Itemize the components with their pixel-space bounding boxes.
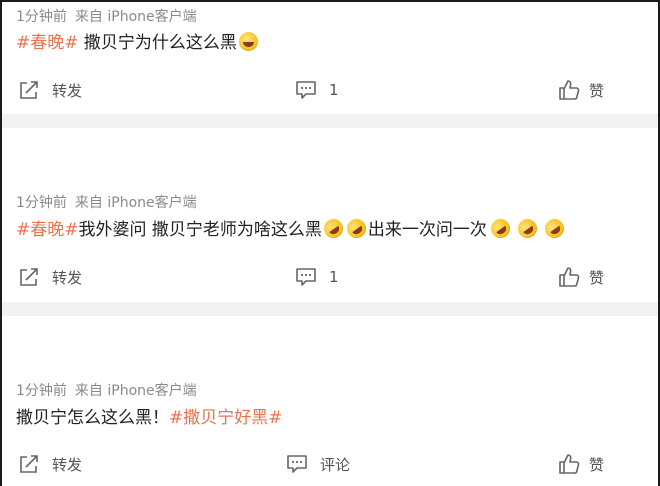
post-content: #春晚#我外婆问 撒贝宁老师为啥这么黑 出来一次问一次 — [16, 215, 568, 243]
share-icon — [20, 268, 38, 286]
post-meta: 1分钟前 来自 iPhone客户端 — [16, 382, 197, 400]
comment-button[interactable]: 评论 — [286, 452, 350, 476]
comment-button[interactable]: 1 — [295, 78, 339, 102]
share-button[interactable]: 转发 — [18, 452, 82, 476]
post-content: 撒贝宁怎么这么黑！#撒贝宁好黑# — [16, 405, 283, 431]
post-source[interactable]: 来自 iPhone客户端 — [75, 383, 197, 399]
post-source[interactable]: 来自 iPhone客户端 — [75, 195, 197, 211]
share-icon — [20, 455, 38, 473]
share-label: 转发 — [52, 455, 83, 474]
post-separator — [2, 114, 658, 128]
post-actions: 转发 1 赞 — [2, 265, 658, 289]
thumbs-up-icon — [559, 267, 580, 287]
post-2: 1分钟前 来自 iPhone客户端 #春晚#我外婆问 撒贝宁老师为啥这么黑 出来一次… — [2, 128, 658, 302]
hashtag-link[interactable]: #撒贝宁好黑# — [169, 408, 283, 428]
post-text: 撒贝宁怎么这么黑！ — [16, 408, 169, 428]
comment-count: 1 — [329, 81, 339, 99]
post-time: 1分钟前 — [16, 383, 67, 399]
rolling-laugh-icon — [514, 215, 541, 242]
rolling-laugh-icon — [487, 215, 514, 242]
like-button[interactable]: 赞 — [558, 78, 604, 102]
comment-count: 1 — [329, 268, 339, 286]
post-actions: 转发 评论 赞 — [2, 452, 658, 476]
like-label: 赞 — [589, 268, 605, 287]
share-button[interactable]: 转发 — [18, 78, 82, 102]
post-separator — [2, 302, 658, 316]
thumbs-up-icon — [559, 454, 580, 474]
comment-label: 评论 — [320, 455, 351, 474]
share-icon — [20, 81, 38, 99]
hashtag-link[interactable]: #春晚# — [16, 33, 79, 53]
thumbs-up-icon — [559, 80, 580, 100]
post-3: 1分钟前 来自 iPhone客户端 撒贝宁怎么这么黑！#撒贝宁好黑# 转发 评论 … — [2, 316, 658, 486]
share-label: 转发 — [52, 81, 83, 100]
like-button[interactable]: 赞 — [558, 265, 604, 289]
post-actions: 转发 1 赞 — [2, 78, 658, 102]
comment-button[interactable]: 1 — [295, 265, 339, 289]
comment-icon — [296, 81, 316, 99]
share-label: 转发 — [52, 268, 83, 287]
post-content: #春晚# 撒贝宁为什么这么黑 — [16, 30, 260, 56]
hashtag-link[interactable]: #春晚# — [16, 220, 79, 240]
post-1: 1分钟前 来自 iPhone客户端 #春晚# 撒贝宁为什么这么黑 转发 1 赞 — [2, 2, 658, 114]
like-button[interactable]: 赞 — [558, 452, 604, 476]
like-label: 赞 — [589, 81, 605, 100]
comment-icon — [287, 455, 307, 473]
post-source[interactable]: 来自 iPhone客户端 — [75, 9, 197, 25]
post-time: 1分钟前 — [16, 195, 67, 211]
like-label: 赞 — [589, 455, 605, 474]
post-meta: 1分钟前 来自 iPhone客户端 — [16, 194, 197, 212]
rolling-laugh-icon — [541, 215, 568, 242]
share-button[interactable]: 转发 — [18, 265, 82, 289]
post-time: 1分钟前 — [16, 9, 67, 25]
weibo-feed: 1分钟前 来自 iPhone客户端 #春晚# 撒贝宁为什么这么黑 转发 1 赞 1… — [0, 0, 660, 486]
rolling-laugh-icon — [320, 215, 347, 242]
post-text: 我外婆问 撒贝宁老师为啥这么黑 — [78, 220, 322, 240]
comment-icon — [296, 268, 316, 286]
laughing-tears-icon — [238, 32, 258, 51]
post-text: 出来一次问一次 — [367, 220, 487, 240]
post-text: 撒贝宁为什么这么黑 — [78, 33, 237, 53]
post-meta: 1分钟前 来自 iPhone客户端 — [16, 8, 197, 26]
rolling-laugh-icon — [343, 215, 370, 242]
